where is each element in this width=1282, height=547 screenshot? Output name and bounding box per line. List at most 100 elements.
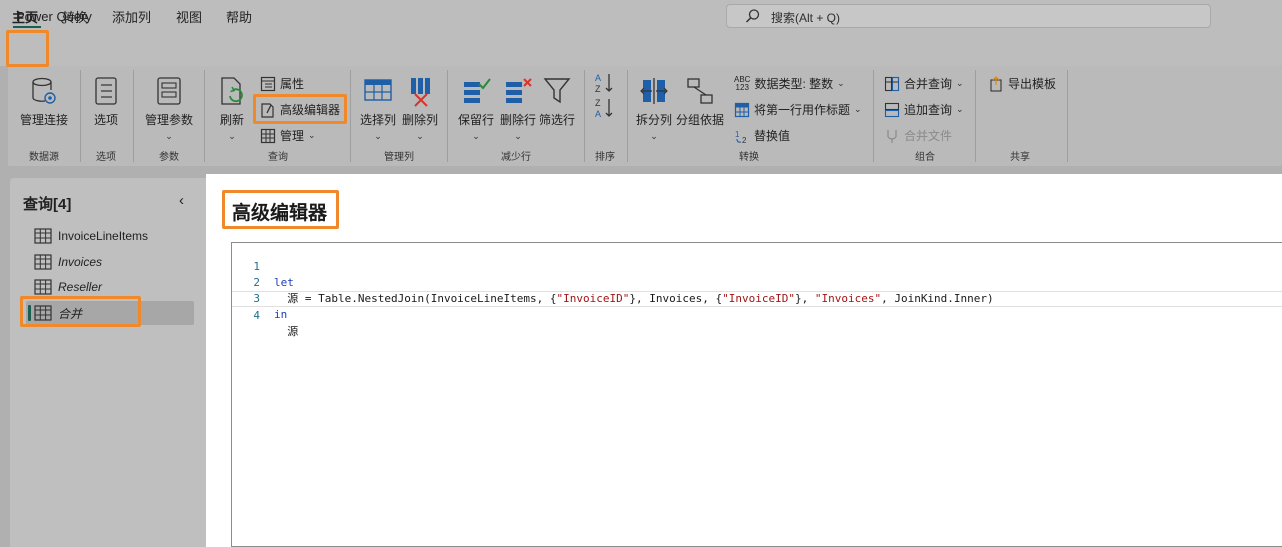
sort-ascending-icon: AZ	[595, 73, 613, 94]
chevron-down-icon: ⌄	[472, 131, 480, 141]
queries-pane-title: 查询[4]	[23, 196, 72, 213]
selected-query-indicator	[28, 305, 31, 321]
group-label-share: 共享	[1010, 152, 1030, 163]
split-column-label: 拆分列	[635, 113, 672, 127]
tab-add-column[interactable]: 添加列	[112, 5, 151, 27]
sort-ascending-button[interactable]: AZ	[592, 72, 618, 97]
refresh-label: 刷新	[219, 113, 244, 127]
table-icon	[34, 279, 52, 295]
remove-columns-icon	[411, 78, 430, 107]
refresh-button[interactable]: 刷新 ⌄	[212, 76, 252, 142]
search-placeholder: 搜索(Alt + Q)	[771, 11, 841, 25]
choose-columns-icon	[364, 79, 392, 101]
svg-text:1: 1	[735, 130, 740, 139]
chevron-down-icon: ⌄	[956, 104, 964, 114]
data-type-icon: ABC 123	[734, 75, 750, 92]
group-by-button[interactable]: 分组依据	[675, 76, 725, 128]
tab-home-underline	[13, 26, 41, 28]
merge-queries-button[interactable]: 合并查询 ⌄	[884, 75, 964, 92]
tab-transform[interactable]: 转换	[62, 5, 88, 27]
tab-help[interactable]: 帮助	[226, 5, 252, 27]
chevron-down-icon: ⌄	[165, 131, 173, 141]
query-item-merge[interactable]: 合并	[34, 303, 82, 323]
group-separator	[447, 70, 448, 162]
code-text: 源	[274, 325, 299, 338]
chevron-down-icon: ⌄	[956, 78, 964, 88]
query-name: 合并	[58, 306, 83, 321]
combine-files-button[interactable]: 合并文件	[884, 127, 952, 144]
group-label-manage-columns: 管理列	[384, 152, 414, 163]
advanced-editor-title: 高级编辑器	[232, 203, 328, 224]
filter-icon	[543, 78, 571, 104]
svg-text:Z: Z	[595, 84, 601, 94]
query-item-invoices[interactable]: Invoices	[34, 252, 102, 272]
tab-view[interactable]: 视图	[176, 5, 202, 27]
keep-rows-label: 保留行	[457, 113, 494, 127]
remove-columns-button[interactable]: 删除列 ⌄	[400, 76, 440, 142]
choose-columns-label: 选择列	[359, 113, 396, 127]
manage-label: 管理	[280, 129, 305, 143]
append-queries-button[interactable]: 追加查询 ⌄	[884, 101, 964, 118]
sort-descending-button[interactable]: ZA	[592, 97, 618, 122]
group-by-label: 分组依据	[675, 113, 724, 127]
properties-label: 属性	[280, 77, 305, 91]
group-separator	[584, 70, 585, 162]
table-icon	[34, 254, 52, 270]
group-separator	[350, 70, 351, 162]
options-label: 选项	[93, 113, 118, 127]
combine-files-label: 合并文件	[904, 129, 953, 143]
query-item-invoicelineitems[interactable]: InvoiceLineItems	[34, 226, 148, 246]
append-queries-icon	[884, 102, 900, 117]
keep-rows-button[interactable]: 保留行 ⌄	[456, 76, 496, 142]
data-type-icon-bottom: 123	[735, 82, 749, 92]
search-box[interactable]: 搜索(Alt + Q)	[726, 4, 1211, 28]
data-type-button[interactable]: ABC 123 数据类型: 整数 ⌄	[734, 75, 845, 92]
split-column-icon	[640, 78, 668, 104]
group-by-icon	[687, 78, 713, 104]
manage-parameters-button[interactable]: 管理参数 ⌄	[140, 76, 198, 142]
manage-connections-button[interactable]: 管理连接	[14, 76, 74, 128]
chevron-down-icon: ⌄	[416, 131, 424, 141]
tab-home[interactable]: 主页	[12, 5, 38, 27]
query-name: Invoices	[58, 255, 103, 269]
code-line[interactable]: 1 let	[232, 243, 1282, 289]
query-item-reseller[interactable]: Reseller	[34, 277, 102, 297]
export-template-button[interactable]: 导出模板	[988, 75, 1056, 92]
chevron-down-icon: ⌄	[514, 131, 522, 141]
advanced-editor-icon	[261, 102, 274, 118]
table-icon	[260, 128, 276, 143]
svg-text:2: 2	[742, 136, 747, 144]
use-first-row-as-headers-label: 将第一行用作标题	[754, 103, 851, 117]
table-header-icon	[734, 102, 750, 117]
filter-rows-button[interactable]: 筛选行	[538, 76, 576, 128]
group-separator	[627, 70, 628, 162]
code-line[interactable]: 4 源	[232, 291, 1282, 338]
code-text: in	[274, 308, 288, 321]
chevron-down-icon: ⌄	[374, 131, 382, 141]
use-first-row-as-headers-button[interactable]: 将第一行用作标题 ⌄	[734, 101, 862, 118]
choose-columns-button[interactable]: 选择列 ⌄	[358, 76, 398, 142]
group-separator	[133, 70, 134, 162]
menu-bar	[0, 34, 1282, 66]
code-line[interactable]: 3 in	[232, 275, 1282, 321]
options-button[interactable]: 选项	[86, 76, 126, 128]
split-column-button[interactable]: 拆分列 ⌄	[634, 76, 674, 142]
search-icon	[745, 9, 760, 23]
group-label-parameters: 参数	[159, 152, 179, 163]
chevron-down-icon: ⌄	[228, 131, 236, 141]
group-label-data-source: 数据源	[29, 152, 59, 163]
remove-rows-button[interactable]: 删除行 ⌄	[498, 76, 538, 142]
properties-icon	[260, 76, 276, 91]
manage-button[interactable]: 管理 ⌄	[260, 127, 316, 144]
group-label-sort: 排序	[595, 152, 615, 163]
group-separator	[80, 70, 81, 162]
advanced-editor-label: 高级编辑器	[280, 103, 341, 117]
collapse-pane-icon[interactable]: ‹	[179, 192, 184, 209]
group-label-transform: 转换	[739, 152, 759, 163]
advanced-editor-button[interactable]: 高级编辑器	[260, 101, 340, 118]
replace-values-button[interactable]: 12 替换值	[734, 127, 790, 144]
filter-rows-label: 筛选行	[538, 113, 575, 127]
properties-button[interactable]: 属性	[260, 75, 304, 92]
code-line[interactable]: 2 源 = Table.NestedJoin(InvoiceLineItems,…	[232, 259, 1282, 305]
group-label-combine: 组合	[915, 152, 935, 163]
